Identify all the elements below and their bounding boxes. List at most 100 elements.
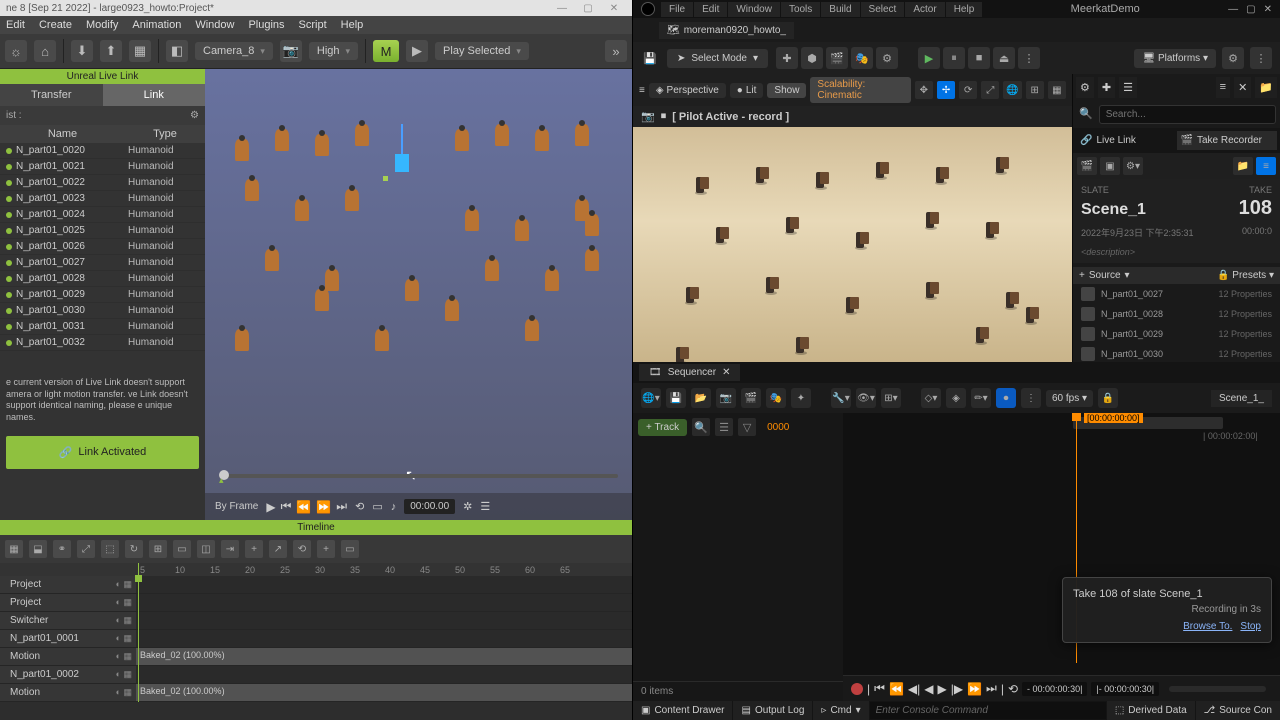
timeline-track[interactable]: N_part01_0002◐ ▦ — [0, 666, 632, 684]
tl-icon[interactable]: ▭ — [173, 540, 191, 558]
overflow-icon[interactable]: » — [605, 40, 627, 62]
play-icon[interactable]: ▶ — [937, 682, 946, 696]
sequencer-timeline[interactable]: | 00:00:02:00| | 00:00:04:00| [00:00:00:… — [843, 413, 1280, 701]
stop-link[interactable]: Stop — [1240, 621, 1261, 632]
settings-icon[interactable]: ⚙ — [1076, 77, 1094, 98]
key-icon[interactable]: 🔧▾ — [831, 388, 851, 408]
pause-icon[interactable]: ⏸ — [943, 47, 965, 69]
menu-help[interactable]: Help — [341, 19, 364, 31]
maximize-icon[interactable]: ▢ — [576, 1, 600, 15]
menu-modify[interactable]: Modify — [86, 19, 118, 31]
settings-icon[interactable]: ⚙▾ — [1123, 157, 1143, 175]
ue-menu-tools[interactable]: Tools — [781, 2, 820, 17]
derived-data-button[interactable]: ⬚Derived Data — [1107, 701, 1195, 720]
search-icon[interactable]: 🔍 — [692, 418, 710, 436]
scale-tool-icon[interactable]: ⤢ — [981, 81, 999, 99]
list-row[interactable]: N_part01_0020Humanoid — [0, 143, 205, 159]
menu-plugins[interactable]: Plugins — [248, 19, 284, 31]
tab-take-recorder[interactable]: 🎬Take Recorder — [1177, 131, 1278, 150]
current-frame[interactable]: 0000 — [767, 422, 789, 433]
step-fwd-icon[interactable]: ⏩ — [967, 682, 982, 696]
list-row[interactable]: N_part01_0028Humanoid — [0, 271, 205, 287]
maximize-icon[interactable]: ▢ — [1246, 4, 1255, 15]
camera-icon[interactable]: 📷 — [641, 110, 655, 123]
loop-icon[interactable]: ⟲ — [1008, 682, 1018, 696]
tl-icon[interactable]: ⊞ — [149, 540, 167, 558]
ue-menu-help[interactable]: Help — [946, 2, 983, 17]
presets-dropdown[interactable]: 🔒 Presets ▾ — [1217, 270, 1274, 281]
source-row[interactable]: N_part01_003012 Properties — [1073, 344, 1280, 362]
skip-end-icon[interactable]: ⏭ — [336, 499, 347, 514]
play-mode-dropdown[interactable]: Play Selected▾ — [435, 42, 529, 60]
menu-window[interactable]: Window — [195, 19, 234, 31]
menu-icon[interactable]: ≡ — [639, 85, 645, 96]
ue-menu-window[interactable]: Window — [728, 2, 780, 17]
console-input[interactable]: Enter Console Command — [870, 702, 1106, 719]
tl-icon[interactable]: ⚭ — [53, 540, 71, 558]
autokey-icon[interactable]: ◇▾ — [921, 388, 941, 408]
time-slider[interactable] — [219, 474, 618, 478]
take-number[interactable]: 108 — [1239, 197, 1272, 220]
settings-icon[interactable]: ⚙ — [876, 47, 898, 69]
tab-transfer[interactable]: Transfer — [0, 84, 103, 106]
tab-livelink[interactable]: 🔗Live Link — [1076, 131, 1177, 150]
save-icon[interactable]: 💾 — [666, 388, 686, 408]
grid-icon[interactable]: ▦ — [129, 40, 151, 62]
md-badge-icon[interactable]: M — [373, 40, 399, 62]
list-row[interactable]: N_part01_0031Humanoid — [0, 319, 205, 335]
go-end-icon[interactable]: | — [1001, 682, 1004, 696]
settings-button[interactable]: ⚙ — [1222, 47, 1244, 69]
menu-create[interactable]: Create — [39, 19, 72, 31]
tl-icon[interactable]: ⬓ — [29, 540, 47, 558]
home-icon[interactable]: ⌂ — [34, 40, 56, 62]
close-icon[interactable]: ✕ — [1234, 77, 1251, 98]
browse-icon[interactable]: 📂 — [691, 388, 711, 408]
source-row[interactable]: N_part01_002812 Properties — [1073, 304, 1280, 324]
list-row[interactable]: N_part01_0027Humanoid — [0, 255, 205, 271]
tl-icon[interactable]: ▦ — [5, 540, 23, 558]
list-row[interactable]: N_part01_0024Humanoid — [0, 207, 205, 223]
minimize-icon[interactable]: — — [1228, 4, 1238, 15]
camera-icon[interactable]: 📷 — [716, 388, 736, 408]
list-row[interactable]: N_part01_0022Humanoid — [0, 175, 205, 191]
level-tab[interactable]: 🗺moreman0920_howto_ — [659, 22, 794, 39]
start-tc[interactable]: - 00:00:00:30| — [1022, 682, 1087, 696]
timeline-track[interactable]: Switcher◐ ▦ — [0, 612, 632, 630]
filter-icon[interactable]: ▽ — [738, 418, 756, 436]
tl-icon[interactable]: + — [317, 540, 335, 558]
loop-icon[interactable]: ⟲ — [355, 500, 364, 513]
sun-icon[interactable]: ☼ — [5, 40, 27, 62]
step-forward-icon[interactable]: ⏩ — [316, 500, 331, 514]
add-icon[interactable]: ✚ — [1098, 77, 1115, 98]
range-icon[interactable]: ▭ — [372, 500, 382, 513]
clapboard-icon[interactable]: 🎭 — [766, 388, 786, 408]
description-field[interactable]: <description> — [1081, 247, 1272, 257]
stop-pilot-icon[interactable]: ⏹ — [661, 110, 667, 123]
cmd-dropdown[interactable]: ▹Cmd ▾ — [813, 701, 868, 720]
layout-icon[interactable]: ☰ — [480, 500, 490, 513]
reverse-icon[interactable]: ◀ — [924, 682, 933, 696]
browse-to-link[interactable]: Browse To. — [1183, 621, 1232, 632]
more-icon[interactable]: ⋮ — [1021, 388, 1041, 408]
ue-menu-edit[interactable]: Edit — [694, 2, 727, 17]
audio-icon[interactable]: ♪ — [391, 501, 397, 513]
menu-edit[interactable]: Edit — [6, 19, 25, 31]
record-icon[interactable] — [851, 683, 863, 695]
tl-icon[interactable]: ◫ — [197, 540, 215, 558]
sequence-name[interactable]: Scene_1_ — [1211, 390, 1272, 407]
mode-dropdown[interactable]: ➤Select Mode▾ — [667, 49, 768, 68]
tab-sequencer[interactable]: 🎞Sequencer✕ — [639, 364, 740, 381]
camera-dropdown[interactable]: Camera_8▾ — [195, 42, 273, 60]
play-icon[interactable]: ▶ — [266, 500, 275, 514]
close-icon[interactable]: ✕ — [722, 367, 730, 378]
lit-dropdown[interactable]: ●Lit — [730, 83, 764, 98]
camera-speed-icon[interactable]: ⊞ — [1026, 81, 1044, 99]
sources-header[interactable]: +Source▾ 🔒 Presets ▾ — [1073, 267, 1280, 284]
content-drawer-button[interactable]: ▣Content Drawer — [633, 701, 732, 720]
step-back-icon[interactable]: ⏪ — [889, 682, 904, 696]
tl-icon[interactable]: ▭ — [341, 540, 359, 558]
output-log-button[interactable]: ▤Output Log — [733, 701, 812, 720]
col-name[interactable]: Name — [0, 128, 125, 140]
end-tc[interactable]: |- 00:00:00:30| — [1091, 682, 1159, 696]
prev-key-icon[interactable]: ⏮ — [874, 681, 885, 696]
